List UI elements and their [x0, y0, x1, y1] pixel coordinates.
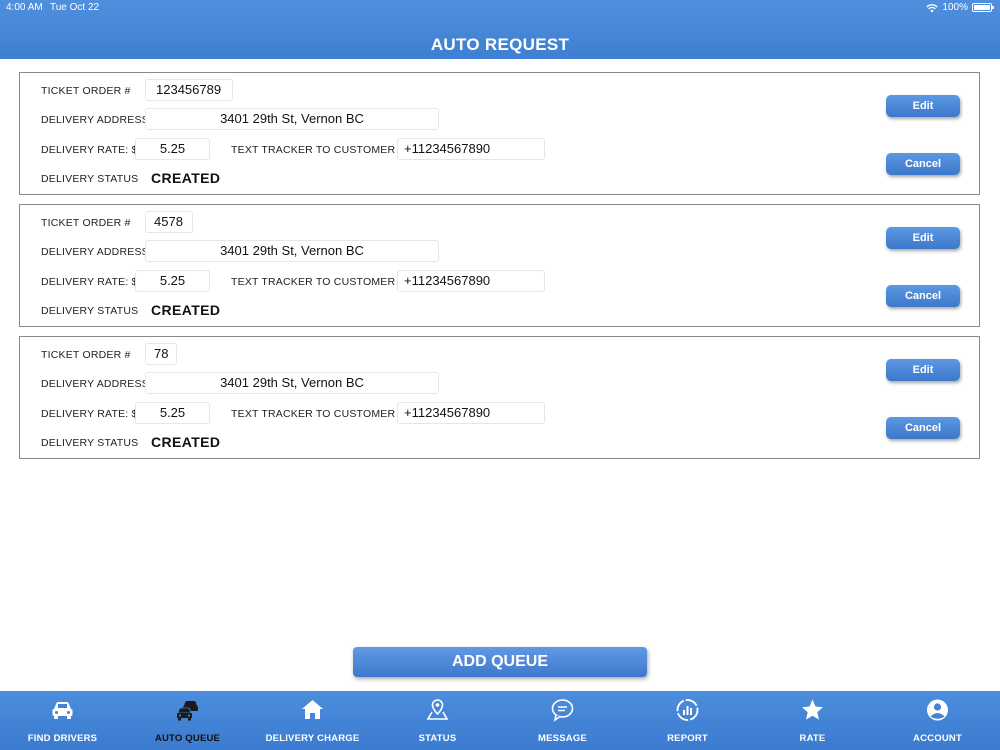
tab-label: AUTO QUEUE: [154, 733, 221, 744]
delivery-rate-field[interactable]: 5.25: [135, 270, 210, 292]
delivery-address-value: 3401 29th St, Vernon BC: [220, 111, 364, 126]
tab-rate[interactable]: RATE: [750, 691, 875, 750]
ticket-order-value: 78: [154, 346, 169, 361]
delivery-status-value: CREATED: [151, 302, 221, 318]
address-label: DELIVERY ADDRESS: [41, 114, 149, 126]
cancel-button[interactable]: Cancel: [886, 285, 960, 307]
status-date: Tue Oct 22: [50, 2, 100, 13]
tracker-phone-field[interactable]: +11234567890: [397, 402, 545, 424]
tab-report[interactable]: REPORT: [625, 691, 750, 750]
header-bar: 4:00 AM Tue Oct 22 100% AUTO REQUEST: [0, 0, 1000, 59]
delivery-address-field[interactable]: 3401 29th St, Vernon BC: [145, 372, 439, 394]
home-icon: [302, 700, 323, 719]
ticket-order-field[interactable]: 4578: [145, 211, 193, 233]
tracker-label: TEXT TRACKER TO CUSTOMER #: [231, 144, 405, 156]
tab-message[interactable]: MESSAGE: [500, 691, 625, 750]
tracker-phone-value: +11234567890: [404, 405, 491, 420]
ticket-label: TICKET ORDER #: [41, 349, 131, 361]
tab-label: MESSAGE: [538, 733, 587, 744]
delivery-status-value: CREATED: [151, 434, 221, 450]
status-label: DELIVERY STATUS: [41, 173, 139, 185]
tab-label: STATUS: [418, 733, 457, 744]
status-label: DELIVERY STATUS: [41, 437, 139, 449]
rate-label: DELIVERY RATE: $: [41, 276, 138, 288]
tab-label: REPORT: [667, 733, 708, 744]
cars-queue-icon: [177, 701, 198, 721]
bottom-tab-bar: FIND DRIVERS AUTO QUEUE DELIVERY CHARGE …: [0, 691, 1000, 750]
edit-button[interactable]: Edit: [886, 227, 960, 249]
rate-label: DELIVERY RATE: $: [41, 408, 138, 420]
status-indicators: 100%: [926, 2, 994, 13]
delivery-status-value: CREATED: [151, 170, 221, 186]
delivery-rate-value: 5.25: [159, 141, 186, 156]
report-chart-icon: [676, 699, 699, 721]
delivery-rate-value: 5.25: [159, 273, 186, 288]
tracker-label: TEXT TRACKER TO CUSTOMER #: [231, 276, 405, 288]
order-card: TICKET ORDER # 123456789 DELIVERY ADDRES…: [19, 72, 980, 195]
delivery-address-value: 3401 29th St, Vernon BC: [220, 375, 364, 390]
order-card: TICKET ORDER # 78 DELIVERY ADDRESS 3401 …: [19, 336, 980, 459]
ticket-order-field[interactable]: 123456789: [145, 79, 233, 101]
ticket-order-value: 4578: [154, 214, 183, 229]
tab-find-drivers[interactable]: FIND DRIVERS: [0, 691, 125, 750]
tracker-phone-field[interactable]: +11234567890: [397, 270, 545, 292]
edit-button[interactable]: Edit: [886, 95, 960, 117]
delivery-address-value: 3401 29th St, Vernon BC: [220, 243, 364, 258]
tab-account[interactable]: ACCOUNT: [875, 691, 1000, 750]
tracker-phone-value: +11234567890: [404, 273, 491, 288]
tab-auto-queue[interactable]: AUTO QUEUE: [125, 691, 250, 750]
status-time: 4:00 AM: [6, 2, 43, 13]
delivery-rate-value: 5.25: [159, 405, 186, 420]
delivery-address-field[interactable]: 3401 29th St, Vernon BC: [145, 240, 439, 262]
status-label: DELIVERY STATUS: [41, 305, 139, 317]
delivery-rate-field[interactable]: 5.25: [135, 138, 210, 160]
address-label: DELIVERY ADDRESS: [41, 378, 149, 390]
wifi-icon: [926, 3, 939, 12]
cancel-button[interactable]: Cancel: [886, 417, 960, 439]
ticket-order-value: 123456789: [156, 82, 222, 97]
map-pin-icon: [426, 699, 449, 720]
tab-delivery-charge[interactable]: DELIVERY CHARGE: [250, 691, 375, 750]
car-icon: [52, 702, 73, 719]
delivery-rate-field[interactable]: 5.25: [135, 402, 210, 424]
ticket-label: TICKET ORDER #: [41, 85, 131, 97]
edit-button[interactable]: Edit: [886, 359, 960, 381]
delivery-address-field[interactable]: 3401 29th St, Vernon BC: [145, 108, 439, 130]
tracker-phone-value: +11234567890: [404, 141, 491, 156]
add-queue-button[interactable]: ADD QUEUE: [353, 647, 647, 677]
battery-percent: 100%: [942, 2, 968, 13]
cancel-button[interactable]: Cancel: [886, 153, 960, 175]
ticket-order-field[interactable]: 78: [145, 343, 177, 365]
tab-label: RATE: [799, 733, 826, 744]
tab-label: FIND DRIVERS: [27, 733, 98, 744]
chat-bubble-icon: [551, 699, 574, 722]
star-icon: [802, 699, 823, 720]
rate-label: DELIVERY RATE: $: [41, 144, 138, 156]
tracker-label: TEXT TRACKER TO CUSTOMER #: [231, 408, 405, 420]
page-title: AUTO REQUEST: [430, 35, 570, 54]
account-icon: [927, 699, 948, 721]
tracker-phone-field[interactable]: +11234567890: [397, 138, 545, 160]
tab-label: DELIVERY CHARGE: [265, 733, 360, 744]
tab-label: ACCOUNT: [913, 733, 962, 744]
tab-status[interactable]: STATUS: [375, 691, 500, 750]
address-label: DELIVERY ADDRESS: [41, 246, 149, 258]
battery-icon: [972, 3, 994, 12]
ticket-label: TICKET ORDER #: [41, 217, 131, 229]
status-bar: 4:00 AM Tue Oct 22 100%: [0, 0, 1000, 16]
order-card: TICKET ORDER # 4578 DELIVERY ADDRESS 340…: [19, 204, 980, 327]
